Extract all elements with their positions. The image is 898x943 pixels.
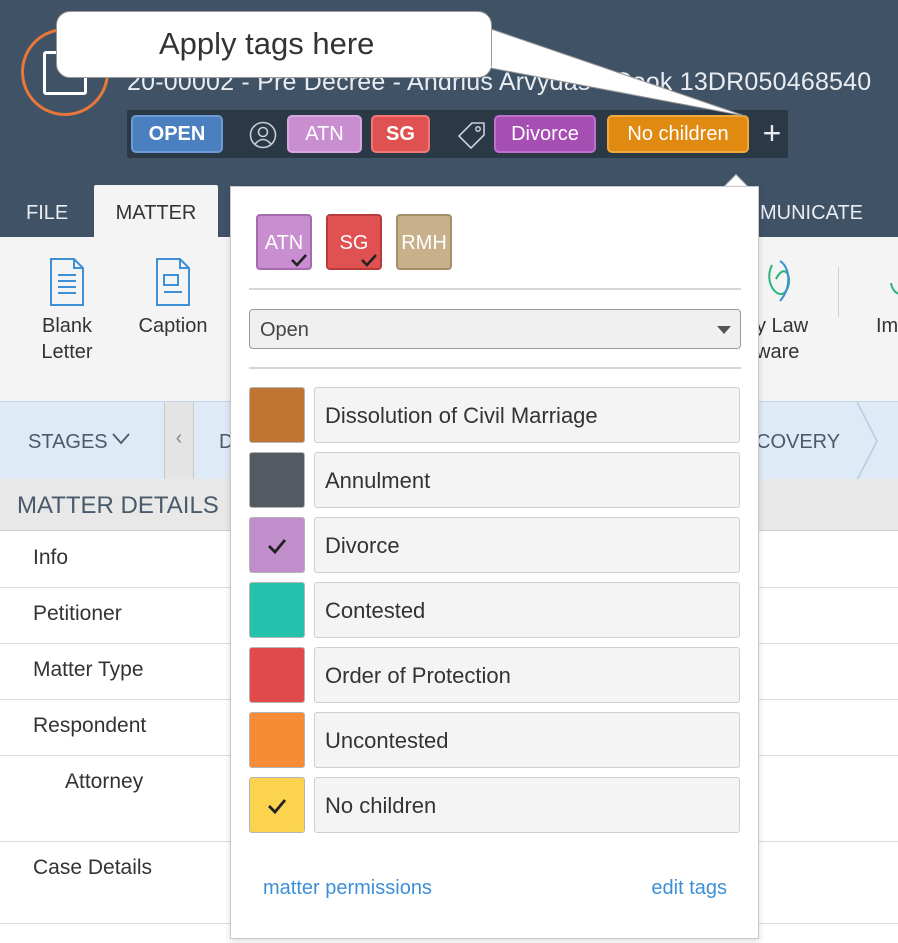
blank-letter-icon [50,258,84,306]
tag-label[interactable]: No children [314,777,740,833]
tag-row-uncontested[interactable]: Uncontested [249,712,741,768]
detail-label: Respondent [33,714,147,737]
import-icon [890,282,898,295]
import-label: Im [876,315,898,337]
tag-swatch[interactable] [249,647,305,703]
tag-swatch[interactable] [249,582,305,638]
tag-chip-divorce[interactable]: Divorce [494,115,596,153]
law-software-label-2: ware [756,341,800,363]
user-chip-sg[interactable]: SG [371,115,430,153]
callout-text: Apply tags here [159,26,375,61]
tag-label[interactable]: Divorce [314,517,740,573]
edit-tags-link[interactable]: edit tags [651,877,727,900]
stage-item-discovery[interactable]: COVERY [756,402,840,482]
user-chip-atn[interactable]: ATN [287,115,362,153]
detail-label: Info [33,546,69,569]
tag-row-divorce[interactable]: Divorce [249,517,741,573]
panel-divider [249,288,741,290]
tag-swatch[interactable] [249,777,305,833]
tag-icon [458,122,485,149]
check-icon [268,799,287,815]
add-tag-button[interactable]: + [757,117,787,150]
user-tag-label: SG [339,232,369,254]
user-tag-rmh[interactable]: RMH [396,214,452,270]
detail-label: Matter Type [33,658,144,681]
status-select[interactable]: Open [249,309,741,349]
user-tag-sg[interactable]: SG [326,214,382,270]
tab-matter[interactable]: MATTER [94,185,218,237]
status-select-value: Open [260,319,309,341]
law-software-button[interactable]: y Law ware [756,257,816,365]
tag-bar: OPEN ATN SG Divorce No children + [127,110,788,158]
blank-letter-label: Blank Letter [41,315,93,363]
matter-permissions-link[interactable]: matter permissions [263,877,432,900]
tag-row-dissolution[interactable]: Dissolution of Civil Marriage [249,387,741,443]
detail-label: Case Details [33,856,153,879]
tag-label[interactable]: Contested [314,582,740,638]
tag-chip-no-children[interactable]: No children [607,115,749,153]
law-software-icon [768,260,790,302]
tag-label[interactable]: Order of Protection [314,647,740,703]
tab-file[interactable]: FILE [26,185,68,237]
caption-label: Caption [138,315,208,337]
tag-row-annulment[interactable]: Annulment [249,452,741,508]
stages-prev-button[interactable]: ‹ [164,402,194,480]
tag-row-order-of-protection[interactable]: Order of Protection [249,647,741,703]
callout-joint [479,26,491,68]
tag-label[interactable]: Dissolution of Civil Marriage [314,387,740,443]
tag-label[interactable]: Annulment [314,452,740,508]
person-icon [249,121,277,149]
check-icon [291,254,307,267]
ribbon-separator [838,267,839,317]
check-icon [361,254,377,267]
check-icon [268,539,287,555]
stage-arrow-icon [856,402,878,480]
stages-label[interactable]: STAGES [28,402,108,482]
user-tag-label: RMH [401,232,447,254]
blank-letter-button[interactable]: Blank Letter [22,257,112,365]
status-chip[interactable]: OPEN [131,115,223,153]
tag-swatch[interactable] [249,712,305,768]
chevron-down-icon[interactable] [111,432,131,446]
user-tag-label: ATN [264,232,304,254]
import-button[interactable]: Im [876,257,898,339]
user-tag-atn[interactable]: ATN [256,214,312,270]
tag-swatch[interactable] [249,517,305,573]
caption-button[interactable]: Caption [130,257,216,339]
caption-icon [156,258,190,306]
detail-label: Attorney [65,770,144,793]
caret-down-icon [717,326,731,334]
tag-dropdown-panel: ATN SG RMH Open Dissolution of Civil Mar… [230,186,759,939]
tag-label[interactable]: Uncontested [314,712,740,768]
tag-swatch[interactable] [249,387,305,443]
tag-row-contested[interactable]: Contested [249,582,741,638]
tag-row-no-children[interactable]: No children [249,777,741,833]
matter-details-title: MATTER DETAILS [17,492,219,519]
detail-label: Petitioner [33,602,122,625]
callout-bubble: Apply tags here [56,11,492,78]
law-software-label-1: y Law [756,315,809,337]
tab-communicate[interactable]: MUNICATE [760,185,863,237]
tag-swatch[interactable] [249,452,305,508]
panel-divider [249,367,741,369]
